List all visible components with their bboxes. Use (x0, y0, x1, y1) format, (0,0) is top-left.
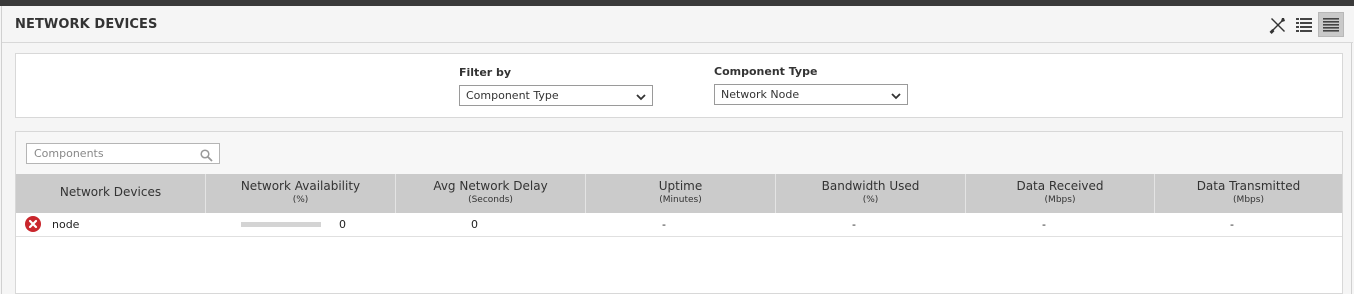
column-header-avg-network-delay[interactable]: Avg Network Delay (Seconds) (396, 174, 586, 213)
bandwidth-value: - (852, 217, 856, 231)
column-header-data-transmitted[interactable]: Data Transmitted (Mbps) (1155, 174, 1342, 213)
cell-transmitted: - (1155, 213, 1342, 237)
search-placeholder: Components (34, 147, 104, 160)
component-type-select[interactable]: Network Node (714, 84, 908, 105)
filter-box: Filter by Component Type Component Type … (15, 53, 1343, 118)
uptime-value: - (662, 217, 666, 231)
transmitted-value: - (1230, 217, 1234, 231)
column-header-uptime[interactable]: Uptime (Minutes) (586, 174, 776, 213)
list-view-icon[interactable] (1291, 12, 1317, 37)
filter-by-label: Filter by (459, 66, 512, 79)
filter-by-value: Component Type (466, 89, 559, 102)
filter-by-select[interactable]: Component Type (459, 85, 653, 106)
availability-value: 0 (339, 217, 346, 231)
cell-availability: 0 (206, 213, 396, 237)
column-header-network-devices[interactable]: Network Devices (16, 174, 206, 213)
tools-icon[interactable] (1265, 12, 1291, 37)
cell-received: - (966, 213, 1155, 237)
error-status-icon (25, 215, 41, 232)
received-value: - (1042, 217, 1046, 231)
component-type-value: Network Node (721, 88, 800, 101)
cell-avg-delay: 0 (396, 213, 586, 237)
column-header-data-received[interactable]: Data Received (Mbps) (966, 174, 1155, 213)
table-header: Network Devices Network Availability (%)… (16, 174, 1342, 213)
components-search-input[interactable]: Components (26, 143, 220, 164)
component-type-label: Component Type (714, 65, 818, 78)
chevron-down-icon (636, 91, 646, 104)
cell-uptime: - (586, 213, 776, 237)
search-strip: Components (16, 132, 1342, 174)
column-header-network-availability[interactable]: Network Availability (%) (206, 174, 396, 213)
devices-table-box: Components Network Devices Network Avail… (15, 131, 1343, 294)
detail-view-icon[interactable] (1318, 12, 1344, 37)
column-header-bandwidth-used[interactable]: Bandwidth Used (%) (776, 174, 966, 213)
network-devices-panel: NETWORK DEVICES Filter by Component Type… (1, 6, 1353, 294)
chevron-down-icon (891, 90, 901, 103)
cell-bandwidth: - (776, 213, 966, 237)
panel-header: NETWORK DEVICES (2, 6, 1353, 43)
cell-device: node (16, 213, 206, 237)
device-name-link[interactable]: node (52, 218, 79, 231)
avg-delay-value: 0 (471, 217, 478, 231)
table-row[interactable]: node 0 0 - - - - (16, 213, 1342, 237)
panel-title: NETWORK DEVICES (15, 17, 158, 32)
availability-progress-bar (241, 221, 321, 227)
search-icon[interactable] (200, 147, 213, 166)
